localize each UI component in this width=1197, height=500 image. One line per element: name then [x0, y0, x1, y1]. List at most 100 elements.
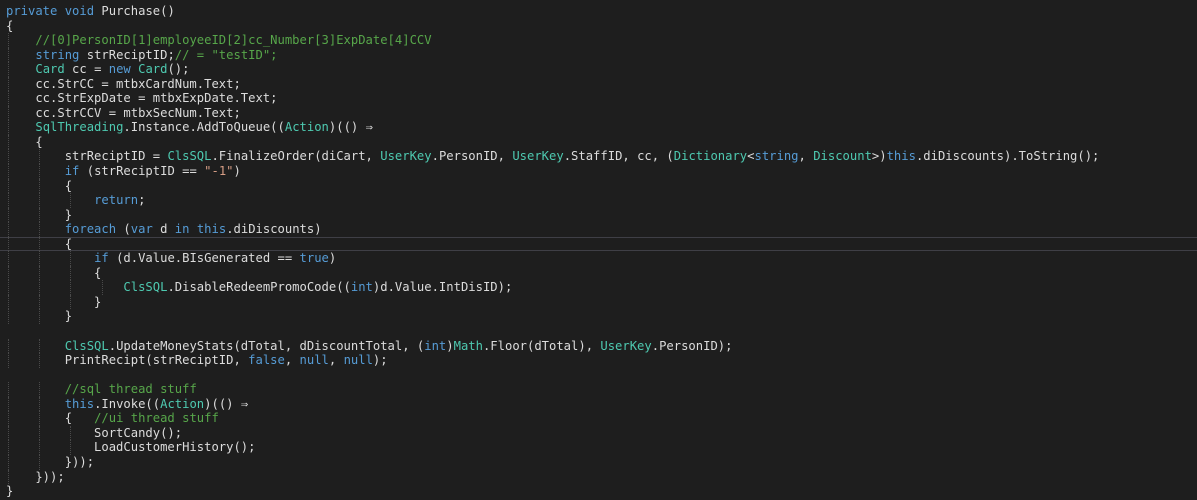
code-line[interactable]: string strReciptID;// = "testID";: [0, 47, 1197, 63]
code-token: strReciptID;: [79, 47, 175, 62]
indent-guide: [8, 33, 9, 48]
code-token: new: [108, 62, 131, 77]
indent-guide: [8, 76, 9, 92]
code-token: ): [328, 251, 337, 266]
code-line[interactable]: foreach (var d in this.diDiscounts): [0, 222, 1197, 237]
code-token: ,: [328, 353, 344, 368]
code-line[interactable]: }: [0, 484, 1197, 499]
code-line-text: LoadCustomerHistory();: [6, 440, 255, 454]
code-token: foreach: [64, 222, 117, 237]
code-line[interactable]: {: [0, 19, 1197, 34]
code-line[interactable]: {: [0, 236, 1197, 252]
code-token: // = "testID";: [174, 47, 278, 62]
indent-guide: [8, 47, 9, 63]
indent-guide: [70, 280, 72, 295]
code-token: .FinalizeOrder(diCart,: [211, 149, 381, 164]
code-line-text: private void Purchase(): [6, 4, 175, 18]
code-token: .Floor(dTotal),: [482, 338, 601, 353]
indent-guide: [39, 149, 41, 165]
code-token: UserKey: [512, 149, 564, 164]
code-line-text: {: [6, 19, 13, 33]
indent-guide: [8, 236, 9, 252]
code-line[interactable]: ClsSQL.UpdateMoneyStats(dTotal, dDiscoun…: [0, 338, 1197, 354]
code-token: Discount: [813, 149, 872, 164]
code-line[interactable]: [0, 368, 1197, 383]
code-token: Math: [453, 338, 483, 353]
code-token: .diDiscounts): [226, 222, 322, 237]
indent-guide: [39, 440, 41, 455]
code-token: d: [152, 222, 175, 237]
indent-guide: [39, 294, 41, 310]
code-line[interactable]: cc.StrCCV = mtbxSecNum.Text;: [0, 105, 1197, 121]
code-token: null: [299, 353, 329, 368]
code-line[interactable]: //sql thread stuff: [0, 382, 1197, 397]
code-line[interactable]: strReciptID = ClsSQL.FinalizeOrder(diCar…: [0, 149, 1197, 165]
code-line[interactable]: Card cc = new Card();: [0, 62, 1197, 77]
code-line[interactable]: }));: [0, 469, 1197, 485]
code-token: this: [64, 396, 95, 411]
code-token: {: [6, 265, 102, 280]
code-token: )(() ⇒: [204, 396, 249, 411]
code-token: .StaffID, cc, (: [563, 149, 674, 164]
code-line[interactable]: if (d.Value.BIsGenerated == true): [0, 251, 1197, 266]
indent-guide: [8, 338, 9, 354]
code-token: ): [233, 164, 241, 179]
code-line[interactable]: //[0]PersonID[1]employeeID[2]cc_Number[3…: [0, 33, 1197, 48]
code-token: LoadCustomerHistory();: [6, 440, 256, 455]
indent-guide: [39, 251, 41, 266]
code-line[interactable]: ClsSQL.DisableRedeemPromoCode((int)d.Val…: [0, 280, 1197, 295]
code-editor[interactable]: private void Purchase(){ //[0]PersonID[1…: [0, 0, 1197, 500]
code-token: .UpdateMoneyStats(dTotal, dDiscountTotal…: [108, 338, 425, 353]
code-line[interactable]: [0, 324, 1197, 339]
code-token: cc.StrCCV = mtbxSecNum.Text;: [6, 105, 241, 120]
code-line[interactable]: cc.StrExpDate = mtbxExpDate.Text;: [0, 91, 1197, 106]
code-line[interactable]: SortCandy();: [0, 425, 1197, 441]
code-token: }));: [6, 454, 95, 469]
indent-guide: [70, 265, 72, 281]
code-line[interactable]: LoadCustomerHistory();: [0, 440, 1197, 455]
indent-guide: [8, 251, 9, 266]
indent-guide: [8, 222, 9, 237]
code-line-text: strReciptID = ClsSQL.FinalizeOrder(diCar…: [6, 149, 1100, 164]
code-line[interactable]: }: [0, 294, 1197, 310]
code-line[interactable]: if (strReciptID == "-1"): [0, 164, 1197, 179]
indent-guide: [39, 309, 41, 325]
code-line[interactable]: SqlThreading.Instance.AddToQueue((Action…: [0, 120, 1197, 135]
code-line[interactable]: {: [0, 265, 1197, 281]
code-line[interactable]: { //ui thread stuff: [0, 411, 1197, 426]
code-line[interactable]: private void Purchase(): [0, 4, 1197, 19]
code-token: this: [196, 222, 227, 237]
code-token: this: [886, 149, 916, 164]
code-line[interactable]: }: [0, 207, 1197, 223]
code-line[interactable]: }));: [0, 454, 1197, 470]
code-line-text: }));: [6, 470, 64, 484]
code-line-text: cc.StrCC = mtbxCardNum.Text;: [6, 77, 240, 91]
code-token: .PersonID);: [651, 338, 733, 353]
code-token: //[0]PersonID[1]employeeID[2]cc_Number[3…: [35, 33, 432, 48]
code-line-text: this.Invoke((Action)(() ⇒: [6, 397, 248, 411]
code-lines[interactable]: private void Purchase(){ //[0]PersonID[1…: [0, 4, 1197, 499]
code-token: (: [116, 222, 131, 237]
code-line[interactable]: {: [0, 178, 1197, 194]
code-line-text: ClsSQL.UpdateMoneyStats(dTotal, dDiscoun…: [6, 338, 733, 353]
code-line[interactable]: PrintRecipt(strReciptID, false, null, nu…: [0, 353, 1197, 368]
code-line[interactable]: return;: [0, 193, 1197, 208]
code-line[interactable]: this.Invoke((Action)(() ⇒: [0, 396, 1197, 412]
indent-guide: [39, 222, 41, 237]
code-token: }: [6, 484, 14, 499]
code-line[interactable]: {: [0, 134, 1197, 150]
code-token: );: [372, 353, 388, 368]
code-line[interactable]: cc.StrCC = mtbxCardNum.Text;: [0, 76, 1197, 92]
code-line[interactable]: }: [0, 309, 1197, 325]
indent-guide: [39, 178, 41, 194]
code-line-text: SortCandy();: [6, 426, 182, 440]
code-token: cc =: [64, 62, 109, 77]
code-token: ;: [138, 193, 146, 208]
code-line-text: if (d.Value.BIsGenerated == true): [6, 251, 336, 265]
